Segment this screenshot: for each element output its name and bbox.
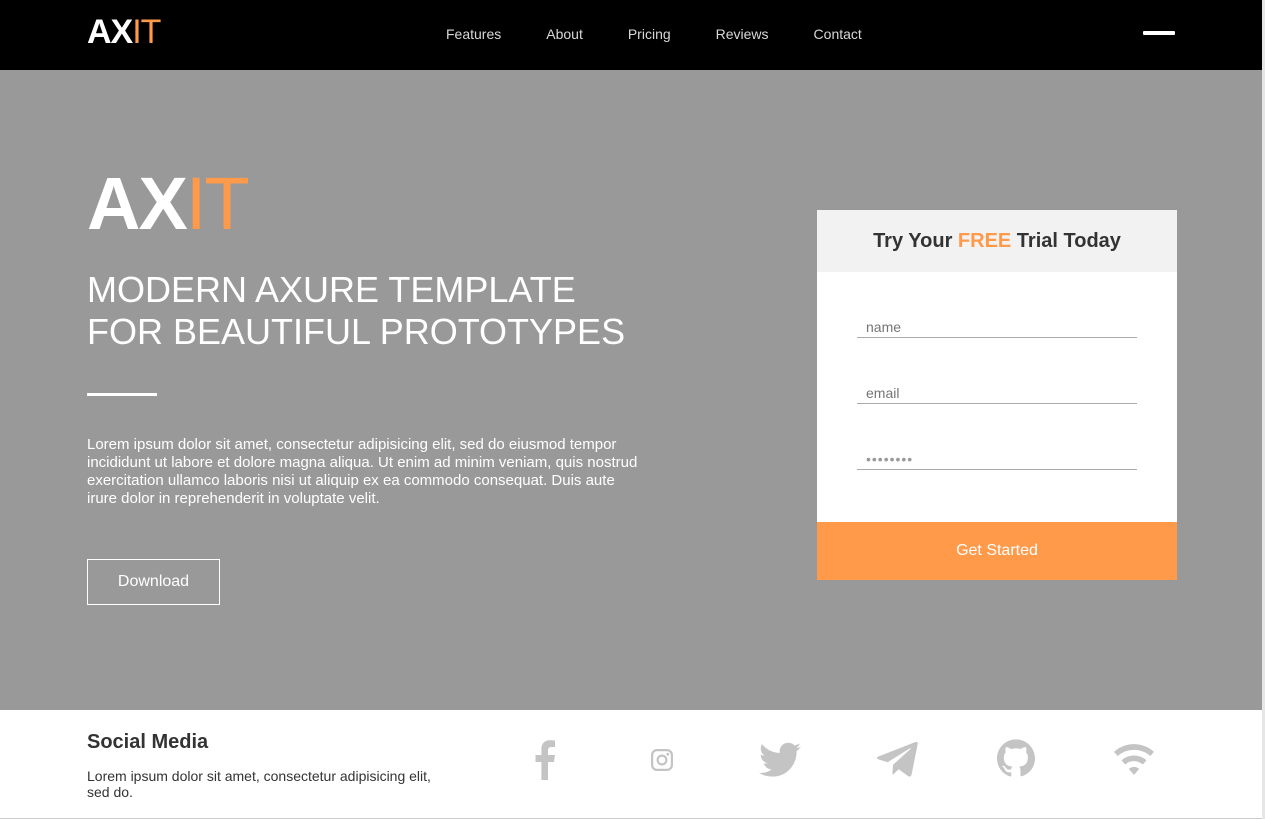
social-footer: Social Media Lorem ipsum dolor sit amet,… [0,710,1265,819]
main-nav: Features About Pricing Reviews Contact [446,25,907,43]
instagram-icon[interactable] [648,738,676,782]
trial-form-card: Try Your FREE Trial Today Get Started [817,210,1177,580]
nav-contact[interactable]: Contact [814,25,862,43]
header-logo[interactable]: AXIT [87,13,161,51]
headline-line-2: FOR BEAUTIFUL PROTOTYPES [87,311,626,352]
nav-about[interactable]: About [546,25,583,43]
top-nav-bar: AXIT Features About Pricing Reviews Cont… [0,0,1265,70]
headline-line-1: MODERN AXURE TEMPLATE [87,269,576,310]
password-field[interactable] [857,440,1137,470]
nav-features[interactable]: Features [446,25,501,43]
nav-reviews[interactable]: Reviews [716,25,769,43]
telegram-icon[interactable] [876,738,920,782]
wifi-icon[interactable] [1112,738,1156,782]
logo-thin-text: IT [132,13,161,51]
title-suffix: Trial Today [1011,230,1121,252]
github-icon[interactable] [996,738,1036,782]
logo-bold-text: AX [87,13,133,51]
get-started-button[interactable]: Get Started [817,522,1177,580]
social-title: Social Media [87,731,209,753]
title-prefix: Try Your [873,230,958,252]
name-field[interactable] [857,308,1137,338]
facebook-icon[interactable] [530,738,560,782]
hero-logo: AXIT [87,162,250,245]
hamburger-icon[interactable] [1143,31,1175,35]
download-button[interactable]: Download [87,559,220,605]
hero-description: Lorem ipsum dolor sit amet, consectetur … [87,436,638,507]
trial-form-title: Try Your FREE Trial Today [817,210,1177,272]
twitter-icon[interactable] [758,738,802,782]
hero-logo-bold: AX [87,162,188,245]
nav-pricing[interactable]: Pricing [628,25,671,43]
title-free: FREE [957,230,1012,252]
hero-logo-thin: IT [185,162,250,245]
hero-divider [87,393,157,396]
email-field[interactable] [857,374,1137,404]
hero-headline: MODERN AXURE TEMPLATE FOR BEAUTIFUL PROT… [87,269,687,353]
hero-section: AXIT MODERN AXURE TEMPLATE FOR BEAUTIFUL… [0,70,1265,710]
social-text: Lorem ipsum dolor sit amet, consectetur … [87,768,431,800]
